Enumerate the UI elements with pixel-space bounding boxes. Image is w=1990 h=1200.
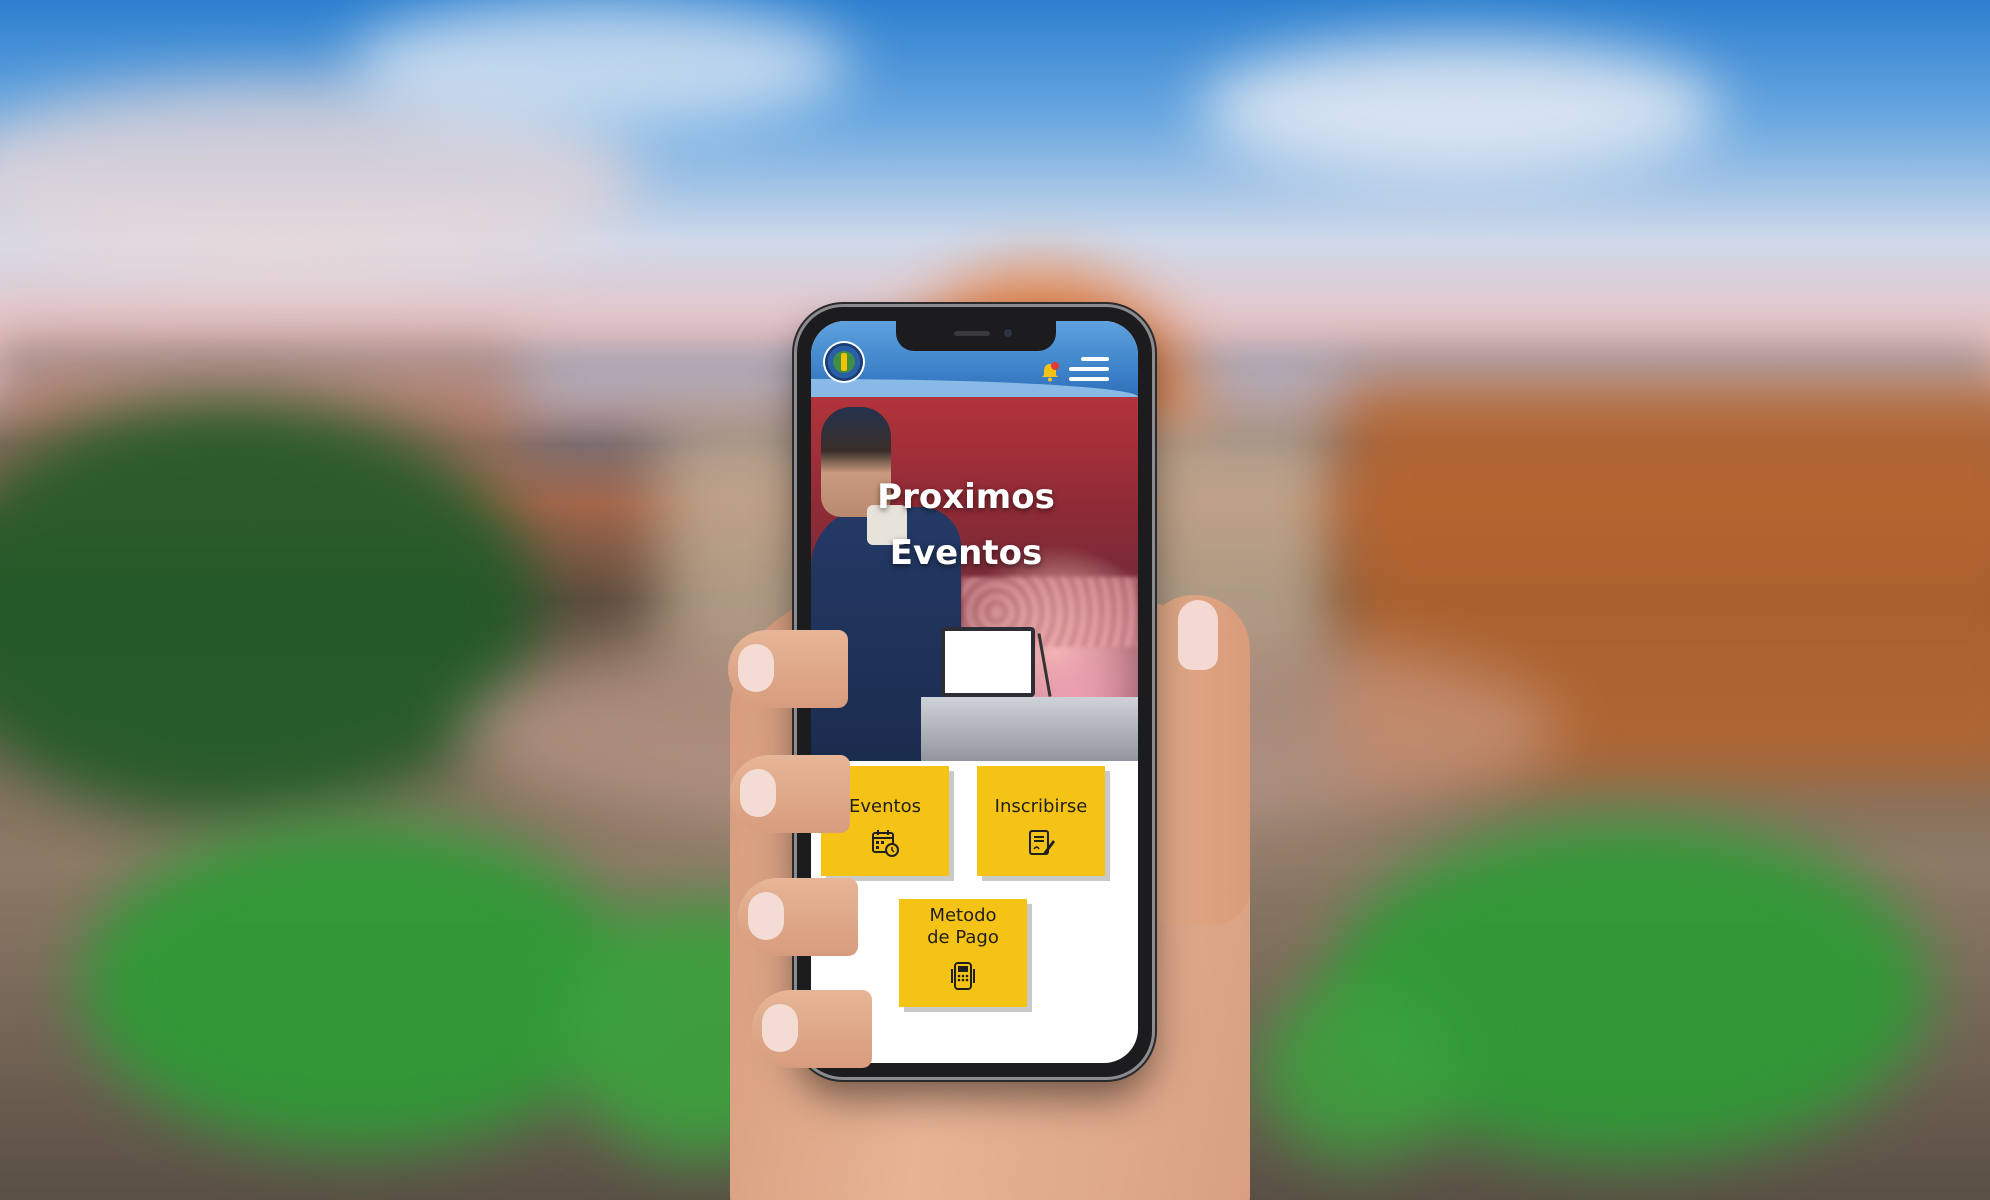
inscribirse-label: Inscribirse <box>994 796 1088 817</box>
signed-form-icon <box>1029 830 1055 855</box>
hero-title: Proximos Eventos <box>851 469 1081 581</box>
smartphone: Proximos Eventos Eventos Inscribirse Met… <box>797 307 1152 1077</box>
metodo-de-pago-label-line: Metodo <box>929 905 997 926</box>
inscribirse-button[interactable]: Inscribirse <box>977 766 1105 876</box>
hamburger-menu-icon[interactable] <box>1067 355 1109 385</box>
phone-screen: Proximos Eventos Eventos Inscribirse Met… <box>811 321 1138 1063</box>
hero-title-line: Eventos <box>889 533 1043 573</box>
finger <box>730 755 850 833</box>
background-cityscape: Proximos Eventos Eventos Inscribirse Met… <box>0 0 1990 1200</box>
background-cloud <box>1200 40 1720 180</box>
hero-banner: Proximos Eventos <box>811 397 1138 761</box>
finger <box>728 630 848 708</box>
phone-notch <box>896 321 1056 351</box>
fingernail <box>738 644 774 692</box>
background-garden <box>80 820 640 1150</box>
fingernail <box>740 769 776 817</box>
bell-icon[interactable] <box>1039 361 1061 383</box>
earpiece <box>954 331 990 336</box>
card-terminal-icon <box>951 962 975 990</box>
hero-monitor <box>941 627 1035 697</box>
logo-figure <box>841 353 847 371</box>
fingernail <box>748 892 784 940</box>
menu-bar <box>1081 357 1109 361</box>
front-camera <box>1004 329 1012 337</box>
finger <box>738 878 858 956</box>
menu-bar <box>1069 377 1109 381</box>
hero-title-line: Proximos <box>877 477 1055 517</box>
fingernail <box>762 1004 798 1052</box>
calendar-clock-icon <box>872 830 899 857</box>
background-garden <box>1260 980 1460 1160</box>
menu-bar <box>1069 367 1109 371</box>
finger <box>752 990 872 1068</box>
metodo-de-pago-button[interactable]: Metodo de Pago <box>899 899 1027 1007</box>
thumbnail-nail <box>1178 600 1218 670</box>
organization-seal-logo[interactable] <box>825 343 863 381</box>
hero-podium <box>921 697 1138 761</box>
background-cloud <box>350 0 850 130</box>
metodo-de-pago-label: Metodo de Pago <box>899 905 1027 949</box>
metodo-de-pago-label-line: de Pago <box>927 927 999 948</box>
